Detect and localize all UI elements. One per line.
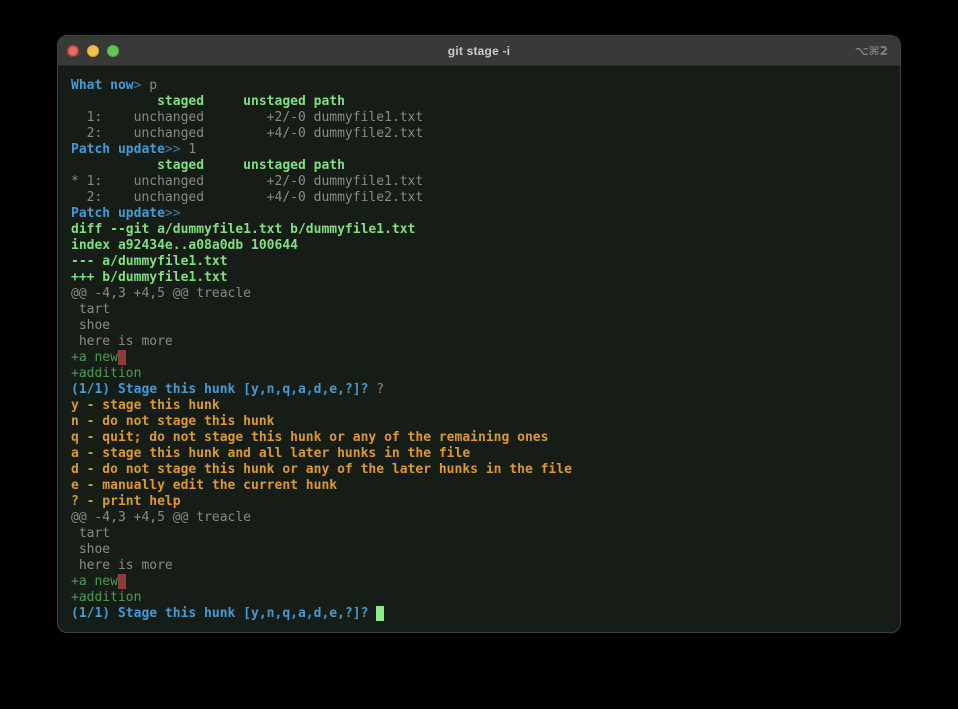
terminal-text: diff --git a/dummyfile1.txt b/dummyfile1…	[71, 222, 415, 237]
terminal-text: d - do not stage this hunk or any of the…	[71, 462, 572, 477]
terminal-text: @@ -4,3 +4,5 @@ treacle	[71, 286, 251, 301]
terminal-text: staged unstaged path	[71, 158, 345, 173]
terminal-line: +++ b/dummyfile1.txt	[71, 270, 888, 286]
terminal-line: here is more	[71, 558, 888, 574]
terminal-line: What now> p	[71, 78, 888, 94]
terminal-text: staged unstaged path	[71, 94, 345, 109]
terminal-text: shoe	[71, 542, 110, 557]
terminal-window: git stage -i ⌥⌘2 What now> p staged unst…	[57, 35, 901, 633]
terminal-text: here is more	[71, 558, 173, 573]
terminal-text: q - quit; do not stage this hunk or any …	[71, 430, 548, 445]
terminal-line: here is more	[71, 334, 888, 350]
terminal-output[interactable]: What now> p staged unstaged path 1: unch…	[58, 66, 900, 622]
terminal-text: @@ -4,3 +4,5 @@ treacle	[71, 510, 251, 525]
trailing-whitespace-marker	[118, 350, 126, 365]
terminal-line: +a new	[71, 574, 888, 590]
terminal-line: tart	[71, 302, 888, 318]
terminal-text: * 1: unchanged +2/-0 dummyfile1.txt	[71, 174, 423, 189]
terminal-line: tart	[71, 526, 888, 542]
terminal-line: diff --git a/dummyfile1.txt b/dummyfile1…	[71, 222, 888, 238]
terminal-line: d - do not stage this hunk or any of the…	[71, 462, 888, 478]
terminal-line: +addition	[71, 366, 888, 382]
terminal-line: +addition	[71, 590, 888, 606]
terminal-line: (1/1) Stage this hunk [y,n,q,a,d,e,?]? ?	[71, 382, 888, 398]
terminal-text: e - manually edit the current hunk	[71, 478, 337, 493]
terminal-text: +a new	[71, 350, 118, 365]
terminal-text: (1/1) Stage this hunk [y,n,q,a,d,e,?]?	[71, 382, 376, 397]
terminal-line: +a new	[71, 350, 888, 366]
terminal-text: 2: unchanged +4/-0 dummyfile2.txt	[71, 190, 423, 205]
terminal-text: p	[141, 78, 157, 93]
terminal-line: 2: unchanged +4/-0 dummyfile2.txt	[71, 190, 888, 206]
terminal-text: 2: unchanged +4/-0 dummyfile2.txt	[71, 126, 423, 141]
terminal-line: @@ -4,3 +4,5 @@ treacle	[71, 286, 888, 302]
terminal-text: +a new	[71, 574, 118, 589]
terminal-text: a - stage this hunk and all later hunks …	[71, 446, 470, 461]
terminal-text: tart	[71, 526, 110, 541]
terminal-text: here is more	[71, 334, 173, 349]
terminal-line: ? - print help	[71, 494, 888, 510]
terminal-line: shoe	[71, 318, 888, 334]
terminal-text: 1: unchanged +2/-0 dummyfile1.txt	[71, 110, 423, 125]
terminal-text: >>	[165, 206, 181, 221]
terminal-text: +addition	[71, 590, 141, 605]
terminal-text: 1	[181, 142, 197, 157]
terminal-line: shoe	[71, 542, 888, 558]
minimize-button[interactable]	[87, 45, 99, 57]
title-bar[interactable]: git stage -i ⌥⌘2	[58, 36, 900, 66]
zoom-button[interactable]	[107, 45, 119, 57]
terminal-text: tart	[71, 302, 110, 317]
cursor-block	[376, 606, 384, 621]
terminal-line: staged unstaged path	[71, 158, 888, 174]
window-shortcut-badge: ⌥⌘2	[855, 44, 900, 58]
terminal-line: y - stage this hunk	[71, 398, 888, 414]
terminal-text: What now	[71, 78, 134, 93]
terminal-text: n - do not stage this hunk	[71, 414, 275, 429]
terminal-text: Patch update	[71, 142, 165, 157]
terminal-line: Patch update>>	[71, 206, 888, 222]
terminal-text: --- a/dummyfile1.txt	[71, 254, 228, 269]
terminal-text: ? - print help	[71, 494, 181, 509]
terminal-line: 1: unchanged +2/-0 dummyfile1.txt	[71, 110, 888, 126]
terminal-line: e - manually edit the current hunk	[71, 478, 888, 494]
window-title: git stage -i	[58, 44, 900, 58]
terminal-text: +++ b/dummyfile1.txt	[71, 270, 228, 285]
terminal-line: * 1: unchanged +2/-0 dummyfile1.txt	[71, 174, 888, 190]
terminal-line: --- a/dummyfile1.txt	[71, 254, 888, 270]
terminal-line: q - quit; do not stage this hunk or any …	[71, 430, 888, 446]
terminal-text: shoe	[71, 318, 110, 333]
terminal-text: y - stage this hunk	[71, 398, 220, 413]
terminal-line: a - stage this hunk and all later hunks …	[71, 446, 888, 462]
terminal-text: +addition	[71, 366, 141, 381]
terminal-line: Patch update>> 1	[71, 142, 888, 158]
terminal-text: (1/1) Stage this hunk [y,n,q,a,d,e,?]?	[71, 606, 376, 621]
terminal-line: n - do not stage this hunk	[71, 414, 888, 430]
trailing-whitespace-marker	[118, 574, 126, 589]
terminal-text: ?	[376, 382, 384, 397]
traffic-lights	[58, 45, 119, 57]
close-button[interactable]	[67, 45, 79, 57]
terminal-line: staged unstaged path	[71, 94, 888, 110]
terminal-line: index a92434e..a08a0db 100644	[71, 238, 888, 254]
terminal-line: @@ -4,3 +4,5 @@ treacle	[71, 510, 888, 526]
terminal-text: index a92434e..a08a0db 100644	[71, 238, 298, 253]
terminal-line: 2: unchanged +4/-0 dummyfile2.txt	[71, 126, 888, 142]
terminal-line: (1/1) Stage this hunk [y,n,q,a,d,e,?]?	[71, 606, 888, 622]
terminal-text: Patch update	[71, 206, 165, 221]
terminal-text: >>	[165, 142, 181, 157]
